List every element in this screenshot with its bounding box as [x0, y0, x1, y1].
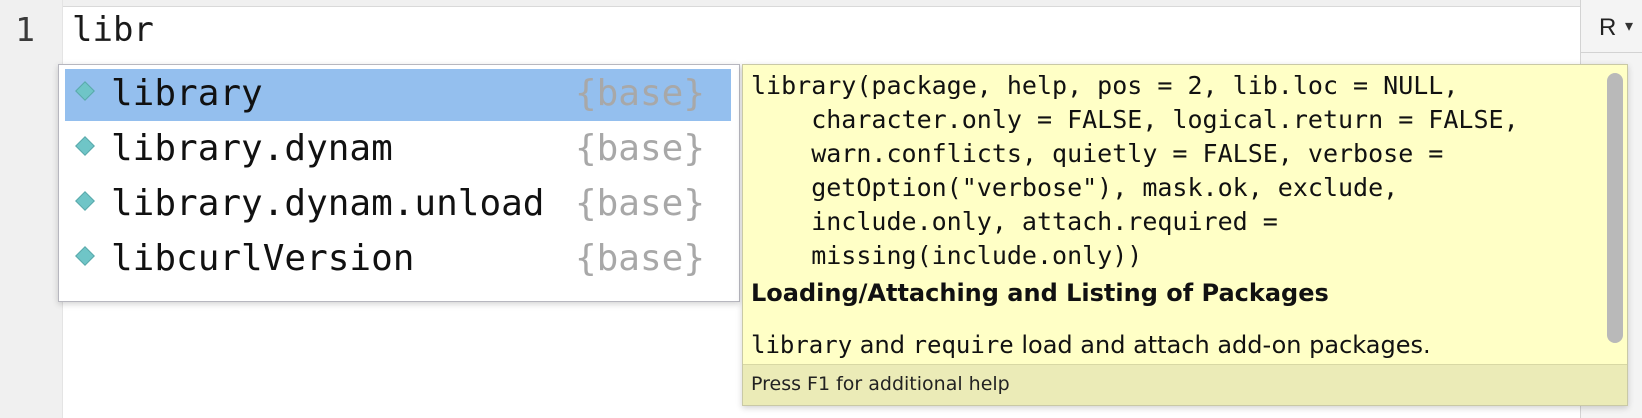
line-number: 1 [15, 10, 35, 49]
signature-line: warn.conflicts, quietly = FALSE, verbose… [751, 139, 1444, 168]
help-title: Loading/Attaching and Listing of Package… [751, 279, 1329, 307]
signature-line: character.only = FALSE, logical.return =… [751, 105, 1519, 134]
help-footer: Press F1 for additional help [743, 364, 1627, 405]
completion-package: {base} [574, 73, 705, 114]
autocomplete-popup: library {base} library.dynam {base} libr… [58, 64, 740, 302]
help-footer-text: Press F1 for additional help [751, 373, 1010, 395]
completion-label: library [111, 73, 263, 114]
signature-line: missing(include.only)) [751, 241, 1143, 270]
completion-package: {base} [574, 128, 705, 169]
completion-item-library[interactable]: library {base} [65, 69, 731, 121]
desc-text: load and attach add-on packages. [1013, 331, 1431, 359]
editor-top-border [0, 0, 1580, 7]
function-icon [75, 81, 95, 101]
code-library: library [751, 331, 853, 359]
panel-divider [1581, 52, 1642, 53]
signature-line: getOption("verbose"), mask.ok, exclude, [751, 173, 1399, 202]
help-scrollbar[interactable] [1607, 71, 1623, 361]
function-icon [75, 136, 95, 156]
line-number-gutter: 1 [0, 0, 63, 418]
signature-line: include.only, attach.required = [751, 207, 1278, 236]
completion-package: {base} [574, 238, 705, 279]
desc-text: and [852, 331, 913, 359]
help-description: library and require load and attach add-… [751, 331, 1431, 359]
completion-package: {base} [574, 183, 705, 224]
completion-item-library-dynam-unload[interactable]: library.dynam.unload {base} [65, 179, 731, 231]
editor-code-line[interactable]: libr [72, 10, 154, 50]
help-tooltip: library(package, help, pos = 2, lib.loc … [742, 64, 1628, 406]
completion-label: libcurlVersion [111, 238, 415, 279]
completion-item-libcurlversion[interactable]: libcurlVersion {base} [65, 234, 731, 286]
function-icon [75, 191, 95, 211]
scrollbar-thumb[interactable] [1607, 73, 1623, 343]
completion-label: library.dynam [111, 128, 393, 169]
chevron-down-icon[interactable]: ▾ [1625, 16, 1633, 35]
function-signature: library(package, help, pos = 2, lib.loc … [751, 69, 1571, 273]
completion-item-library-dynam[interactable]: library.dynam {base} [65, 124, 731, 176]
language-selector[interactable]: R [1599, 14, 1616, 42]
completion-label: library.dynam.unload [111, 183, 545, 224]
signature-line: library(package, help, pos = 2, lib.loc … [751, 71, 1459, 100]
code-require: require [912, 331, 1014, 359]
function-icon [75, 246, 95, 266]
